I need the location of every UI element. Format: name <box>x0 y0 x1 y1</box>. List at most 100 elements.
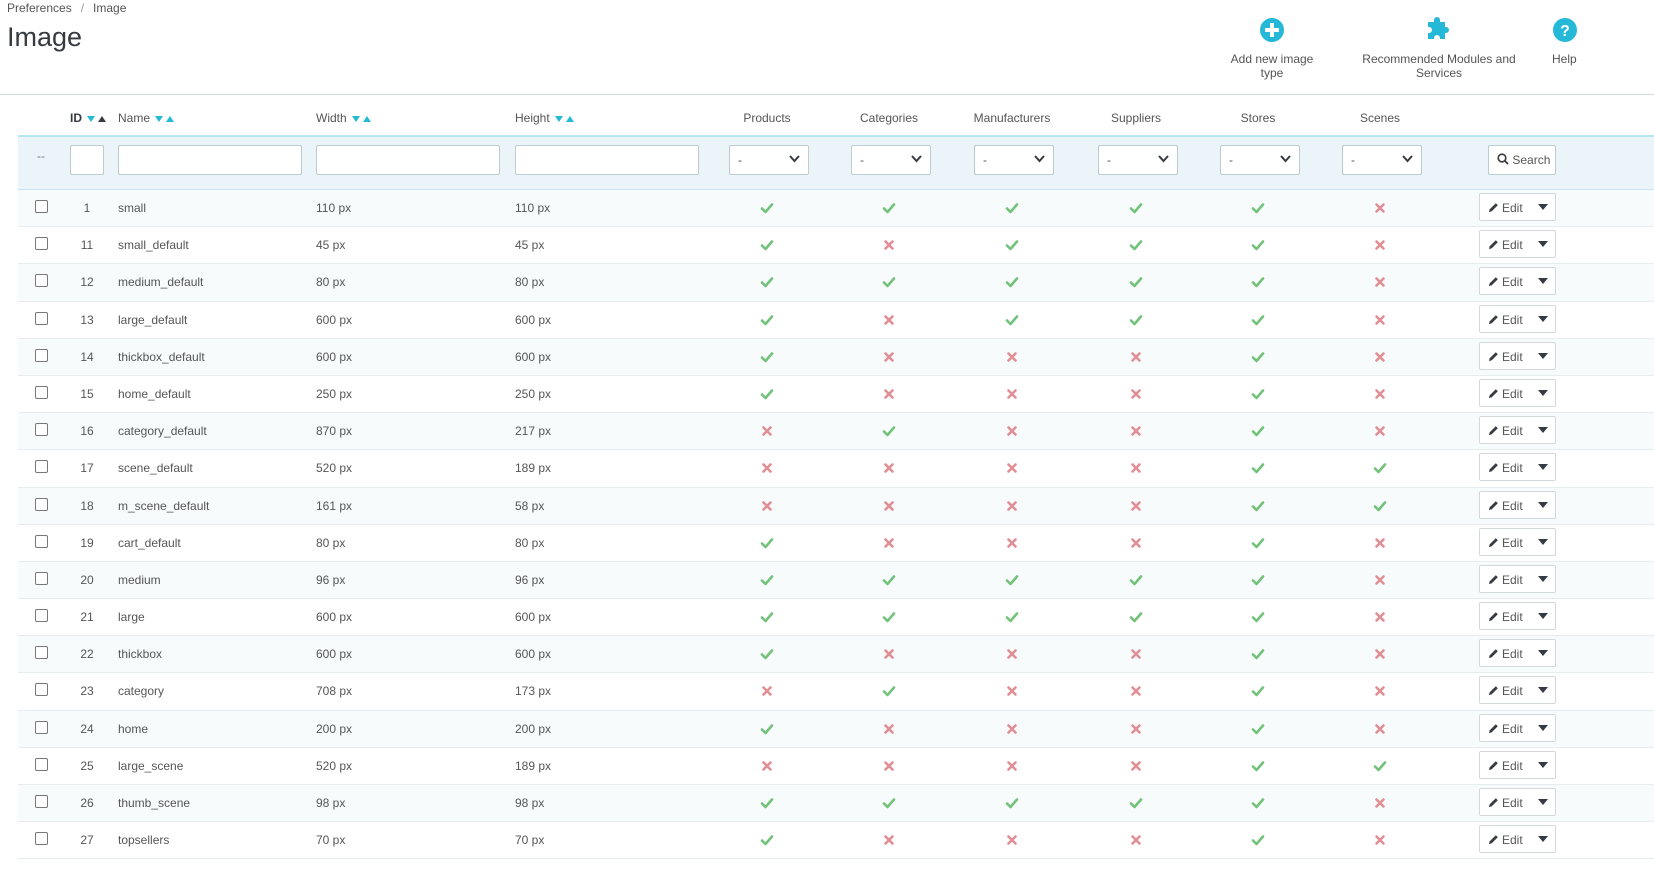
check-icon[interactable] <box>760 796 774 810</box>
cross-icon[interactable] <box>1129 536 1143 550</box>
row-checkbox[interactable] <box>35 423 48 437</box>
cross-icon[interactable] <box>1373 722 1387 736</box>
row-checkbox[interactable] <box>35 795 48 808</box>
edit-button[interactable]: Edit <box>1480 715 1532 741</box>
check-icon[interactable] <box>760 201 774 215</box>
check-icon[interactable] <box>1251 536 1265 550</box>
row-checkbox[interactable] <box>35 348 48 362</box>
cross-icon[interactable] <box>882 536 896 550</box>
check-icon[interactable] <box>760 238 774 252</box>
edit-button[interactable]: Edit <box>1480 343 1532 369</box>
cross-icon[interactable] <box>1373 647 1387 661</box>
cross-icon[interactable] <box>882 238 896 252</box>
cross-icon[interactable] <box>1005 499 1019 513</box>
cross-icon[interactable] <box>882 722 896 736</box>
row-actions-dropdown[interactable] <box>1531 417 1555 443</box>
cross-icon[interactable] <box>1373 313 1387 327</box>
edit-button[interactable]: Edit <box>1480 826 1532 852</box>
check-icon[interactable] <box>882 201 896 215</box>
cross-icon[interactable] <box>1005 833 1019 847</box>
check-icon[interactable] <box>1129 238 1143 252</box>
check-icon[interactable] <box>760 722 774 736</box>
check-icon[interactable] <box>1251 833 1265 847</box>
edit-button[interactable]: Edit <box>1480 417 1532 443</box>
row-actions-dropdown[interactable] <box>1531 603 1555 629</box>
cross-icon[interactable] <box>760 424 774 438</box>
cross-icon[interactable] <box>882 461 896 475</box>
check-icon[interactable] <box>760 275 774 289</box>
cross-icon[interactable] <box>1129 499 1143 513</box>
check-icon[interactable] <box>1129 796 1143 810</box>
filter-width-input[interactable] <box>316 145 500 175</box>
check-icon[interactable] <box>1251 684 1265 698</box>
column-header-name[interactable]: Name <box>118 111 175 125</box>
help-button[interactable]: ? Help <box>1552 16 1654 66</box>
check-icon[interactable] <box>1251 573 1265 587</box>
check-icon[interactable] <box>1251 313 1265 327</box>
row-checkbox[interactable] <box>35 497 48 511</box>
cross-icon[interactable] <box>1373 424 1387 438</box>
row-checkbox[interactable] <box>35 720 48 734</box>
row-checkbox[interactable] <box>35 274 48 288</box>
cross-icon[interactable] <box>1373 610 1387 624</box>
check-icon[interactable] <box>1251 350 1265 364</box>
cross-icon[interactable] <box>882 647 896 661</box>
edit-button[interactable]: Edit <box>1480 529 1532 555</box>
cross-icon[interactable] <box>1373 796 1387 810</box>
filter-categories-select[interactable]: - <box>851 145 931 175</box>
check-icon[interactable] <box>1129 275 1143 289</box>
check-icon[interactable] <box>760 610 774 624</box>
row-actions-dropdown[interactable] <box>1531 715 1555 741</box>
row-checkbox[interactable] <box>35 646 48 660</box>
check-icon[interactable] <box>1251 499 1265 513</box>
row-actions-dropdown[interactable] <box>1531 343 1555 369</box>
column-header-height[interactable]: Height <box>515 111 575 125</box>
check-icon[interactable] <box>760 833 774 847</box>
row-actions-dropdown[interactable] <box>1531 231 1555 257</box>
filter-suppliers-select[interactable]: - <box>1098 145 1178 175</box>
cross-icon[interactable] <box>1005 350 1019 364</box>
check-icon[interactable] <box>1129 610 1143 624</box>
cross-icon[interactable] <box>1005 759 1019 773</box>
check-icon[interactable] <box>1373 499 1387 513</box>
cross-icon[interactable] <box>1005 461 1019 475</box>
cross-icon[interactable] <box>882 499 896 513</box>
check-icon[interactable] <box>1251 387 1265 401</box>
cross-icon[interactable] <box>1129 833 1143 847</box>
check-icon[interactable] <box>1251 201 1265 215</box>
row-checkbox[interactable] <box>35 571 48 585</box>
row-checkbox[interactable] <box>35 757 48 771</box>
row-checkbox[interactable] <box>35 237 48 251</box>
row-actions-dropdown[interactable] <box>1531 306 1555 332</box>
row-actions-dropdown[interactable] <box>1531 380 1555 406</box>
row-actions-dropdown[interactable] <box>1531 826 1555 852</box>
column-header-width[interactable]: Width <box>316 111 372 125</box>
check-icon[interactable] <box>882 796 896 810</box>
cross-icon[interactable] <box>1373 387 1387 401</box>
check-icon[interactable] <box>760 387 774 401</box>
cross-icon[interactable] <box>1373 201 1387 215</box>
sort-arrows-icon[interactable] <box>87 115 107 123</box>
edit-button[interactable]: Edit <box>1480 306 1532 332</box>
edit-button[interactable]: Edit <box>1480 492 1532 518</box>
cross-icon[interactable] <box>1129 387 1143 401</box>
check-icon[interactable] <box>1129 573 1143 587</box>
cross-icon[interactable] <box>1129 684 1143 698</box>
cross-icon[interactable] <box>1373 238 1387 252</box>
search-button[interactable]: Search <box>1488 145 1556 175</box>
row-actions-dropdown[interactable] <box>1531 268 1555 294</box>
row-actions-dropdown[interactable] <box>1531 529 1555 555</box>
row-actions-dropdown[interactable] <box>1531 640 1555 666</box>
cross-icon[interactable] <box>1373 350 1387 364</box>
breadcrumb-link-preferences[interactable]: Preferences <box>7 1 72 15</box>
cross-icon[interactable] <box>882 387 896 401</box>
row-actions-dropdown[interactable] <box>1531 454 1555 480</box>
cross-icon[interactable] <box>1005 536 1019 550</box>
check-icon[interactable] <box>882 573 896 587</box>
row-checkbox[interactable] <box>35 683 48 697</box>
edit-button[interactable]: Edit <box>1480 231 1532 257</box>
cross-icon[interactable] <box>1129 461 1143 475</box>
add-new-image-type-button[interactable]: Add new image type <box>1218 16 1326 80</box>
cross-icon[interactable] <box>1005 424 1019 438</box>
row-checkbox[interactable] <box>35 534 48 548</box>
